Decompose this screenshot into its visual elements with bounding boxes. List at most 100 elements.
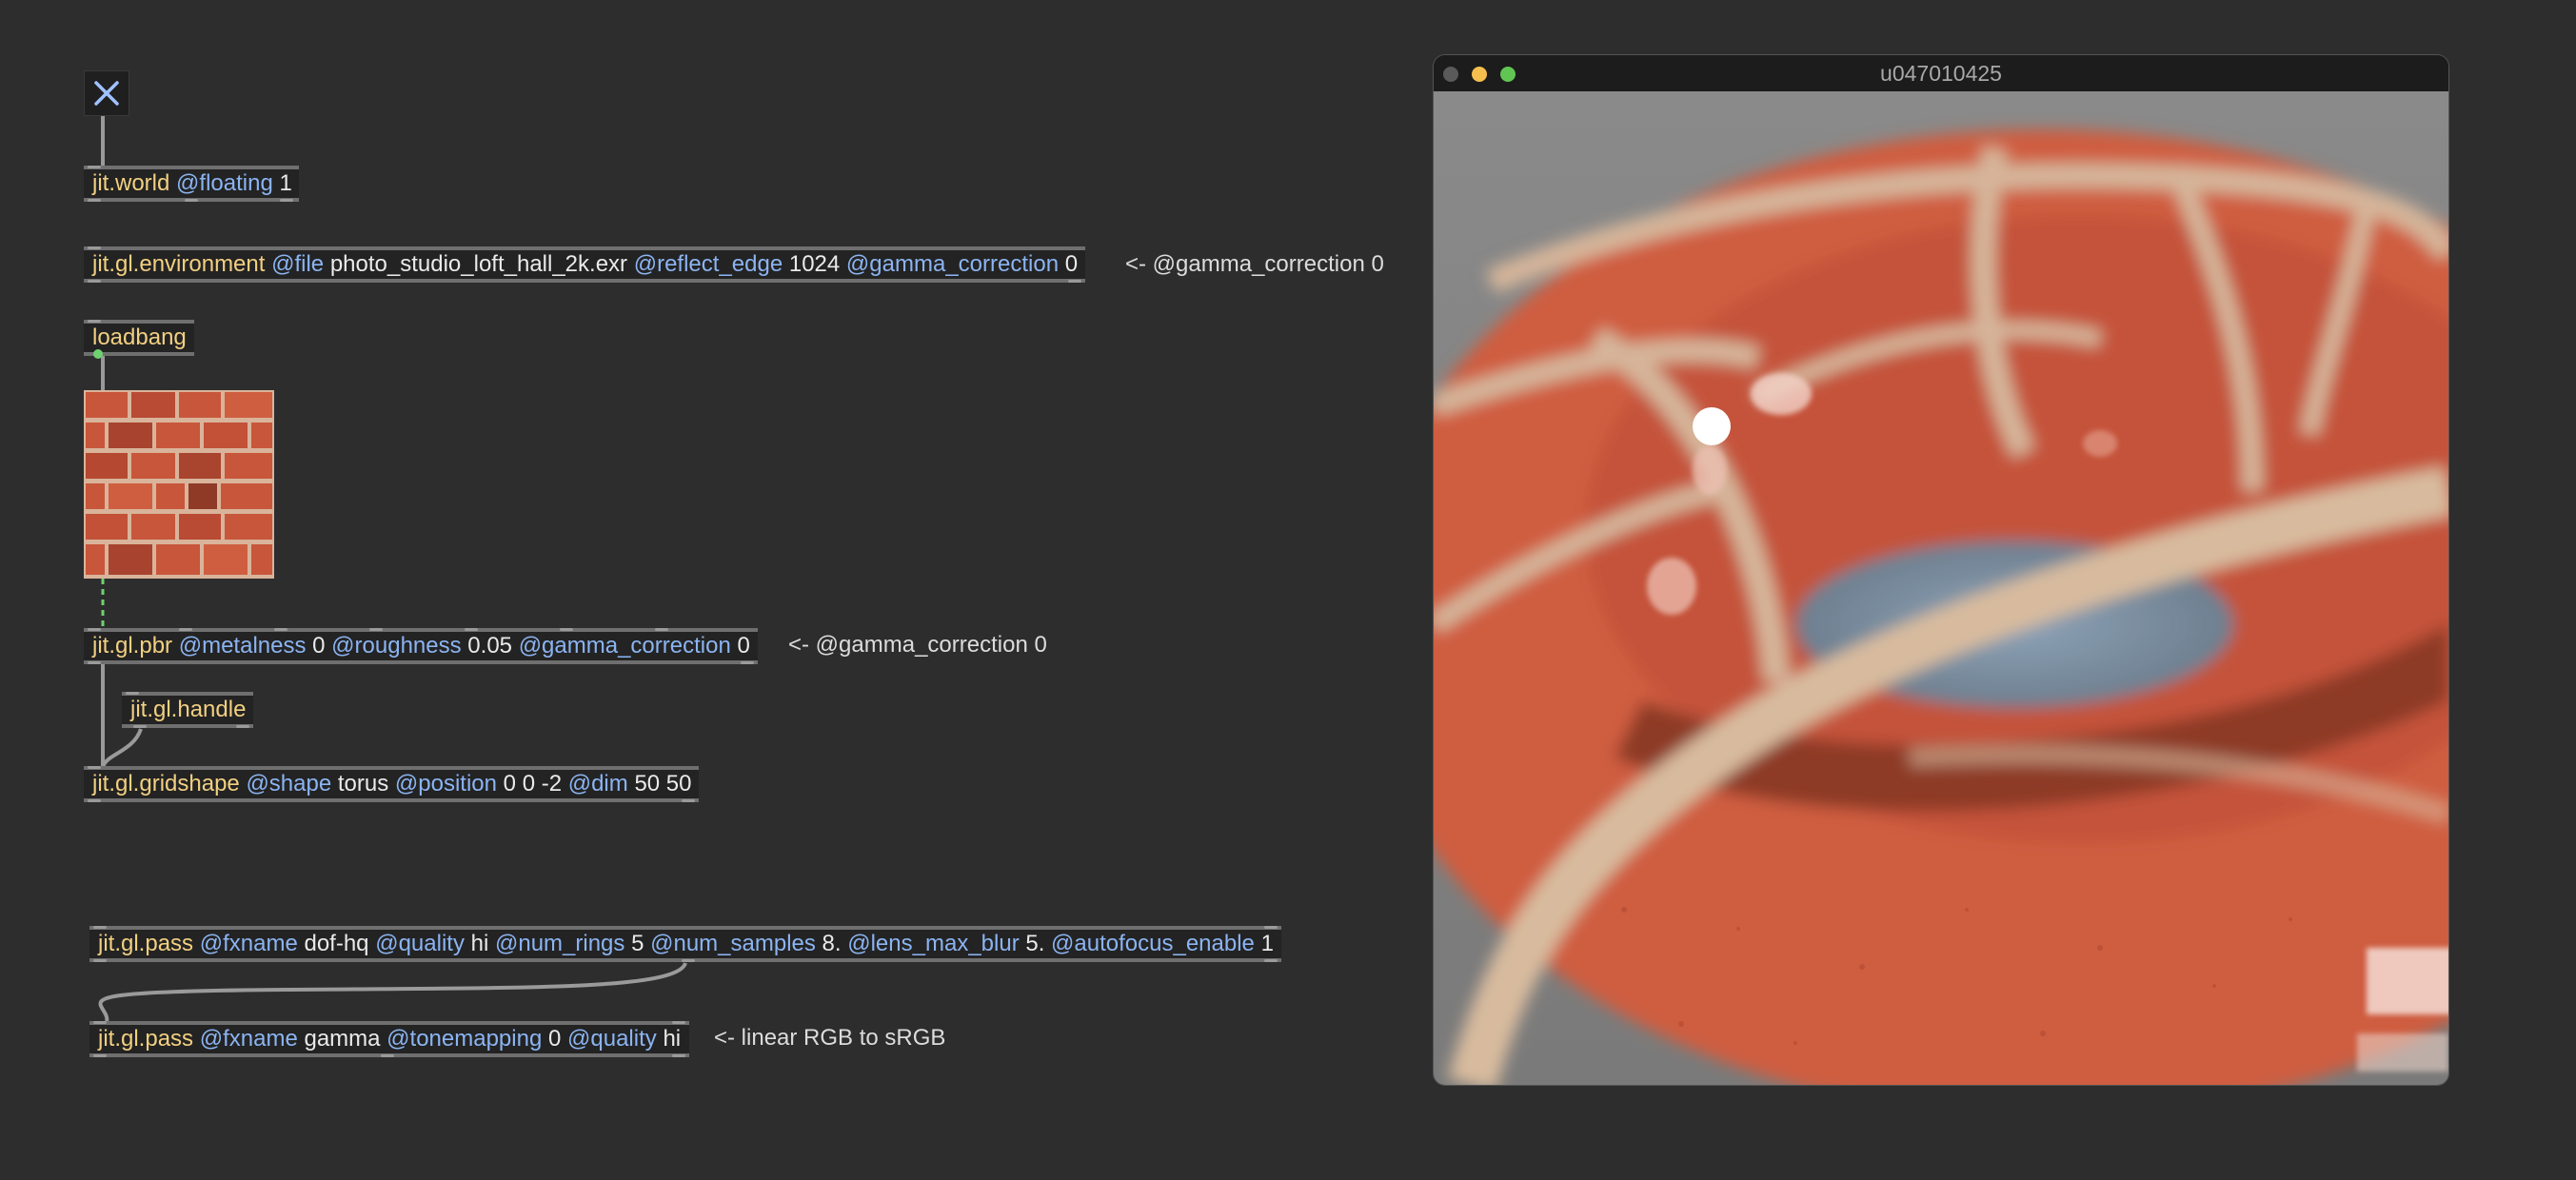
attribute-value: 8. [822, 931, 842, 956]
outlet[interactable] [93, 959, 107, 962]
attribute-quality: @quality [375, 931, 465, 956]
jit-gl-handle-object[interactable]: jit.gl.handle [122, 692, 253, 728]
outlet[interactable] [93, 349, 103, 359]
object-class: jit.world [92, 170, 170, 196]
jit-gl-environment-object[interactable]: jit.gl.environment @file photo_studio_lo… [84, 246, 1085, 283]
object-class: jit.gl.pbr [92, 633, 173, 659]
render-window[interactable]: u047010425 [1434, 55, 2448, 1085]
outlet[interactable] [185, 199, 198, 202]
outlet[interactable] [280, 199, 293, 202]
attribute-autofocus-enable: @autofocus_enable [1051, 931, 1255, 956]
attribute-value: 5 [631, 931, 644, 956]
attribute-reflect-edge: @reflect_edge [633, 251, 783, 277]
inlet[interactable] [93, 1021, 107, 1024]
window-title: u047010425 [1880, 60, 2002, 86]
outlet[interactable] [236, 725, 249, 728]
outlet[interactable] [88, 661, 101, 664]
object-class: jit.gl.pass [98, 931, 194, 956]
object-class: loadbang [92, 324, 187, 350]
attribute-value: hi [470, 931, 489, 956]
outlet[interactable] [672, 1054, 685, 1057]
inlet[interactable] [655, 628, 668, 631]
attribute-value: 5. [1025, 931, 1045, 956]
attribute-file: @file [271, 251, 325, 277]
attribute-position: @position [394, 771, 497, 796]
toggle-button[interactable] [84, 70, 129, 116]
attribute-value: 0 [1064, 251, 1079, 277]
outlet[interactable] [88, 199, 101, 202]
attribute-roughness: @roughness [331, 633, 462, 659]
inlet[interactable] [672, 1021, 685, 1024]
outlet[interactable] [133, 725, 147, 728]
inlet[interactable] [1264, 926, 1278, 929]
outlet[interactable] [682, 959, 695, 962]
attribute-value: 0.05 [467, 633, 513, 659]
inlet[interactable] [88, 166, 101, 168]
attribute-value: 0 0 -2 [503, 771, 563, 796]
outlet[interactable] [88, 799, 101, 802]
attribute-tonemapping: @tonemapping [386, 1026, 543, 1052]
attribute-value: 50 50 [634, 771, 692, 796]
object-class: jit.gl.environment [92, 251, 266, 277]
attribute-value: 1 [1260, 931, 1274, 956]
attribute-fxname: @fxname [199, 931, 298, 956]
outlet[interactable] [1264, 959, 1278, 962]
inlet[interactable] [88, 246, 101, 249]
inlet[interactable] [93, 926, 107, 929]
attribute-value: dof-hq [304, 931, 369, 956]
attribute-value: 0 [312, 633, 326, 659]
outlet[interactable] [1068, 280, 1081, 283]
inlet[interactable] [88, 320, 101, 323]
attribute-value: photo_studio_loft_hall_2k.exr [329, 251, 628, 277]
minimize-window-button[interactable] [1472, 67, 1487, 82]
cord-dof-gamma [98, 962, 687, 1023]
attribute-shape: @shape [246, 771, 332, 796]
close-x-icon [94, 81, 119, 106]
inlet[interactable] [369, 628, 383, 631]
inlet[interactable] [126, 692, 139, 695]
inlet[interactable] [274, 628, 287, 631]
handle-sphere [1693, 407, 1731, 445]
brick-texture-image[interactable] [84, 390, 274, 579]
attribute-floating: @floating [176, 170, 273, 196]
attribute-fxname: @fxname [199, 1026, 298, 1052]
red-brick-torus-render[interactable] [1434, 91, 2448, 1085]
inlet[interactable] [88, 628, 101, 631]
outlet[interactable] [682, 799, 695, 802]
attribute-dim: @dim [567, 771, 628, 796]
attribute-value: 1 [279, 170, 292, 196]
attribute-gamma-correction: @gamma_correction [845, 251, 1060, 277]
object-class: jit.gl.pass [98, 1026, 194, 1052]
outlet[interactable] [93, 1054, 107, 1057]
jit-gl-pass-dof-object[interactable]: jit.gl.pass @fxname dof-hq @quality hi @… [89, 926, 1281, 962]
loadbang-object[interactable]: loadbang [84, 320, 194, 359]
inlet[interactable] [88, 766, 101, 769]
comment-gamma: <- linear RGB to sRGB [714, 1025, 946, 1051]
inlet[interactable] [179, 628, 192, 631]
attribute-gamma-correction: @gamma_correction [518, 633, 731, 659]
jit-gl-pbr-object[interactable]: jit.gl.pbr @metalness 0 @roughness 0.05 … [84, 628, 758, 664]
window-titlebar[interactable]: u047010425 [1434, 55, 2448, 91]
jit-gl-pass-gamma-object[interactable]: jit.gl.pass @fxname gamma @tonemapping 0… [89, 1021, 689, 1057]
attribute-value: gamma [304, 1026, 381, 1052]
inlet[interactable] [465, 628, 478, 631]
jit-gl-gridshape-object[interactable]: jit.gl.gridshape @shape torus @position … [84, 766, 699, 802]
inlet[interactable] [560, 628, 573, 631]
attribute-value: 0 [547, 1026, 562, 1052]
close-window-button[interactable] [1443, 67, 1458, 82]
attribute-value: 0 [737, 633, 750, 659]
attribute-num-rings: @num_rings [494, 931, 625, 956]
zoom-window-button[interactable] [1500, 67, 1516, 82]
outlet[interactable] [88, 280, 101, 283]
attribute-value: hi [663, 1026, 682, 1052]
outlet[interactable] [381, 1054, 394, 1057]
attribute-metalness: @metalness [178, 633, 307, 659]
attribute-num-samples: @num_samples [650, 931, 816, 956]
comment-pbr: <- @gamma_correction 0 [788, 632, 1047, 658]
jit-world-object[interactable]: jit.world @floating 1 [84, 166, 299, 202]
outlet[interactable] [741, 661, 754, 664]
comment-environment: <- @gamma_correction 0 [1125, 251, 1384, 277]
attribute-value: 1024 [788, 251, 841, 277]
attribute-quality: @quality [567, 1026, 657, 1052]
attribute-value: torus [337, 771, 389, 796]
